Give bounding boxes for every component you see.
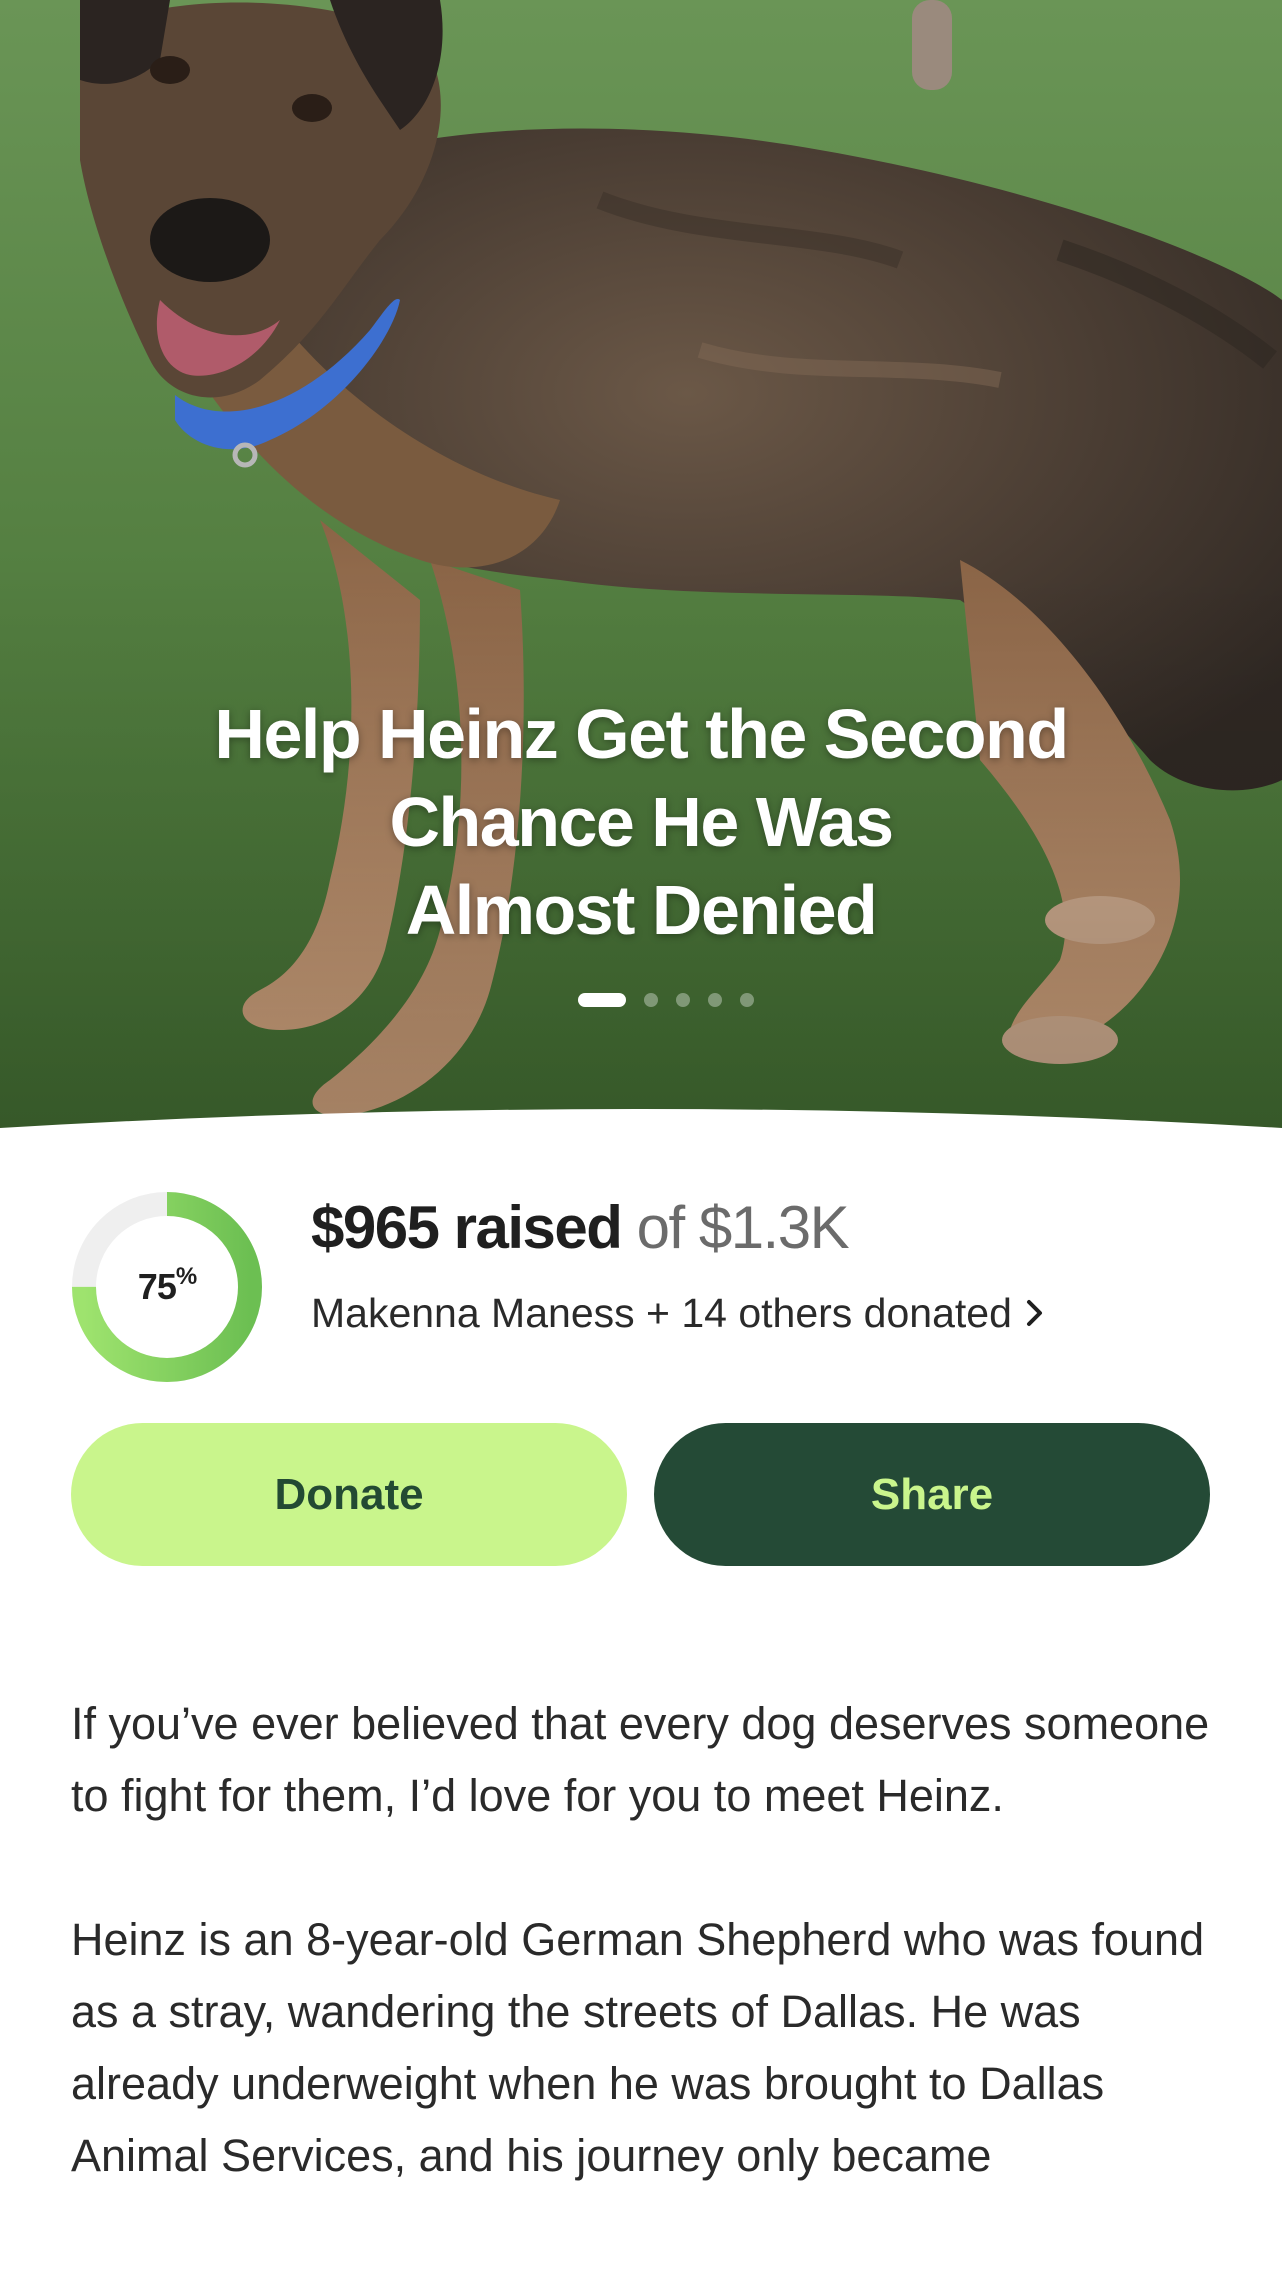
chevron-right-icon xyxy=(1026,1300,1042,1326)
raised-amount: $965 raised xyxy=(311,1194,623,1261)
carousel-dot-1[interactable] xyxy=(578,993,626,1007)
campaign-title-line2: Chance He Was xyxy=(389,783,894,861)
image-carousel-indicator[interactable] xyxy=(0,991,1282,1009)
hero-section: Help Heinz Get the Second Chance He Was … xyxy=(0,0,1282,1140)
campaign-title-line1: Help Heinz Get the Second xyxy=(214,695,1069,773)
campaign-story: If you’ve ever believed that every dog d… xyxy=(71,1688,1211,2264)
hero-curve-divider xyxy=(0,1109,1282,1140)
progress-percent-value: 75 xyxy=(137,1266,177,1307)
donate-button[interactable]: Donate xyxy=(71,1423,627,1566)
carousel-dot-5[interactable] xyxy=(740,993,754,1007)
carousel-dot-3[interactable] xyxy=(676,993,690,1007)
donors-text: Makenna Maness + 14 others donated xyxy=(311,1290,1012,1336)
progress-percent: 75% xyxy=(70,1190,264,1384)
share-button[interactable]: Share xyxy=(654,1423,1210,1566)
goal-amount: of $1.3K xyxy=(636,1194,850,1261)
story-paragraph-1: If you’ve ever believed that every dog d… xyxy=(71,1698,1210,1821)
campaign-title-line3: Almost Denied xyxy=(405,871,878,949)
campaign-title: Help Heinz Get the Second Chance He Was … xyxy=(141,690,1141,954)
carousel-dot-4[interactable] xyxy=(708,993,722,1007)
carousel-dot-2[interactable] xyxy=(644,993,658,1007)
bottom-fade-overlay xyxy=(0,2232,1282,2282)
story-paragraph-2: Heinz is an 8-year-old German Shepherd w… xyxy=(71,1914,1205,2181)
progress-ring: 75% xyxy=(70,1190,264,1384)
donors-link[interactable]: Makenna Maness + 14 others donated xyxy=(311,1287,1046,1339)
progress-percent-sign: % xyxy=(175,1263,197,1290)
fundraiser-page: Help Heinz Get the Second Chance He Was … xyxy=(0,0,1282,2282)
amount-raised-summary: $965 raised of $1.3K xyxy=(311,1190,850,1266)
